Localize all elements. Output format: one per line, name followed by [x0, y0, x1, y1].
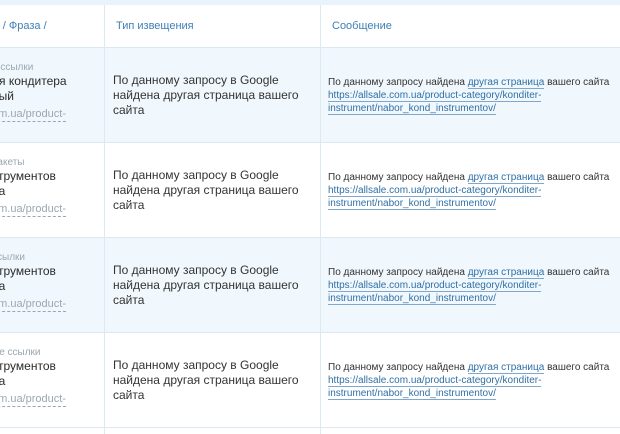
message-cell: По данному запросу найдена другая страни…: [328, 238, 616, 332]
source-type: ссылки: [0, 252, 25, 263]
message-cell: По данному запросу найдена другая страни…: [328, 48, 616, 142]
source-type: ые ссылки: [0, 347, 41, 358]
message-prefix: По данному запросу найдена: [328, 76, 465, 88]
phrase-line: ра: [0, 374, 6, 388]
message-cell: По данному запросу найдена другая страни…: [328, 143, 616, 237]
source-cell: ые ссылки струментов ра om.ua/product-: [0, 333, 104, 427]
source-cell: ссылки струментов ра om.ua/product-: [0, 238, 104, 332]
header-message: Сообщение: [332, 20, 392, 32]
page-url-link[interactable]: om.ua/product-: [0, 297, 66, 312]
message-prefix: По данному запросу найдена: [328, 266, 465, 278]
notice-type-cell: По данному запросу в Google найдена друг…: [113, 262, 299, 307]
notice-type-cell: По данному запросу в Google найдена друг…: [113, 72, 299, 117]
table-header: ь / Фраза / Тип извещения Сообщение: [0, 5, 620, 48]
message-url-link[interactable]: https://allsale.com.ua/product-category/…: [328, 374, 542, 400]
page-url-link[interactable]: om.ua/product-: [0, 202, 66, 217]
notice-type-cell: По данному запросу в Google найдена друг…: [113, 167, 299, 212]
message-prefix: По данному запросу найдена: [328, 361, 465, 373]
notifications-table: ь / Фраза / Тип извещения Сообщение е сс…: [0, 5, 620, 434]
source-cell: е ссылки ля кондитера ный om.ua/product-: [0, 48, 104, 142]
source-type: е ссылки: [0, 62, 34, 73]
table-row: пакеты струментов ра om.ua/product- По д…: [0, 143, 620, 238]
page-url-link[interactable]: om.ua/product-: [0, 107, 66, 122]
message-url-link[interactable]: https://allsale.com.ua/product-category/…: [328, 184, 542, 210]
phrase-line: струментов: [0, 264, 56, 278]
page-url-link[interactable]: om.ua/product-: [0, 392, 66, 407]
other-page-link[interactable]: другая страница: [467, 76, 545, 89]
message-cell: По данному запросу найдена другая страни…: [328, 333, 616, 427]
header-col1-line1: ь / Фраза /: [0, 20, 47, 32]
column-divider: [104, 5, 105, 434]
table-row: ые ссылки струментов ра om.ua/product- П…: [0, 333, 620, 428]
message-suffix: вашего сайта: [547, 361, 610, 373]
message-url-link[interactable]: https://allsale.com.ua/product-category/…: [328, 89, 542, 115]
other-page-link[interactable]: другая страница: [467, 266, 545, 279]
header-source-phrase: ь / Фраза /: [0, 5, 104, 47]
message-url-link[interactable]: https://allsale.com.ua/product-category/…: [328, 279, 542, 305]
table-row: е ссылки ля кондитера ный om.ua/product-…: [0, 48, 620, 143]
header-notice-type: Тип извещения: [116, 20, 194, 32]
source-type: пакеты: [0, 157, 25, 168]
phrase-line: струментов: [0, 359, 56, 373]
message-suffix: вашего сайта: [547, 266, 610, 278]
message-prefix: По данному запросу найдена: [328, 171, 465, 183]
phrase-line: ра: [0, 184, 6, 198]
message-suffix: вашего сайта: [547, 171, 610, 183]
column-divider: [320, 5, 321, 434]
phrase-line: ра: [0, 279, 6, 293]
notice-type-cell: По данному запросу в Google найдена друг…: [113, 357, 299, 402]
phrase-line: ный: [0, 89, 14, 103]
message-suffix: вашего сайта: [547, 76, 610, 88]
phrase-line: ля кондитера: [0, 74, 67, 88]
table-row: ссылки струментов ра om.ua/product- По д…: [0, 238, 620, 333]
phrase-line: струментов: [0, 169, 56, 183]
other-page-link[interactable]: другая страница: [467, 361, 545, 374]
other-page-link[interactable]: другая страница: [467, 171, 545, 184]
source-cell: пакеты струментов ра om.ua/product-: [0, 143, 104, 237]
